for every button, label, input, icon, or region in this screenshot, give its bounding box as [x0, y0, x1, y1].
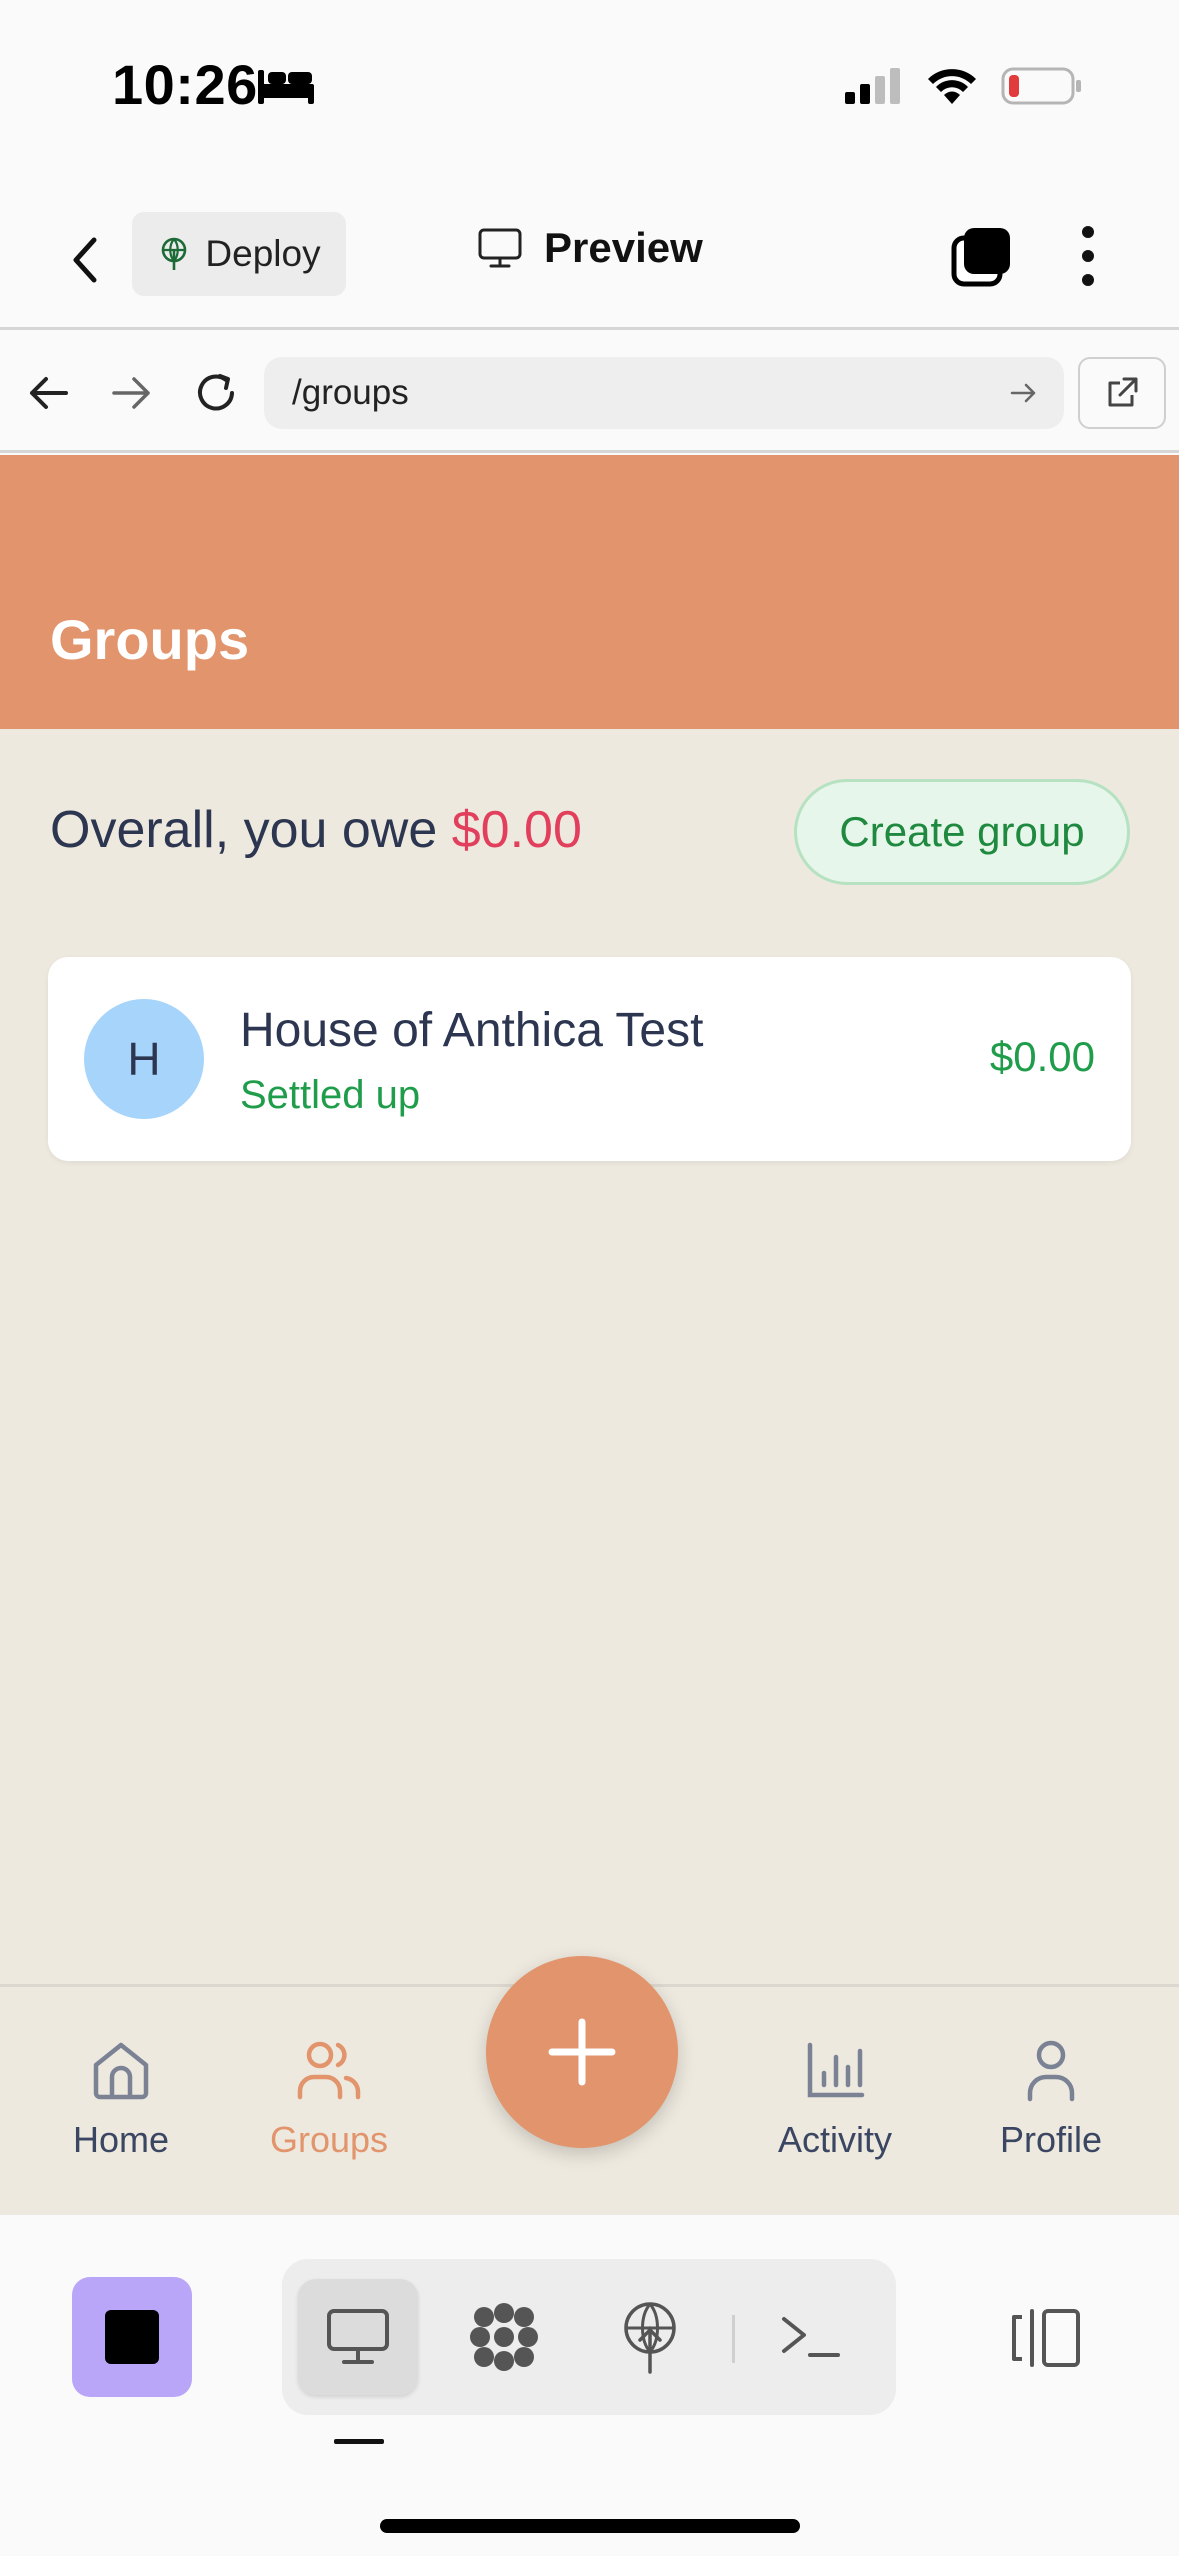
monitor-icon — [327, 2309, 389, 2364]
bar-chart-icon — [807, 2042, 865, 2098]
app-bar: Deploy Preview — [0, 190, 1179, 330]
group-list-item[interactable]: H House of Anthica Test Settled up $0.00 — [48, 957, 1131, 1161]
avatar: H — [84, 999, 204, 1119]
page-title: Groups — [50, 608, 250, 671]
group-name: House of Anthica Test — [240, 1004, 704, 1057]
wifi-icon — [928, 69, 976, 104]
add-expense-button[interactable] — [486, 1956, 678, 2148]
open-external-button[interactable] — [1078, 357, 1166, 429]
more-vertical-icon[interactable] — [1068, 222, 1108, 290]
balance-amount: $0.00 — [451, 801, 582, 859]
nav-home-label: Home — [72, 2119, 170, 2160]
nav-groups-label: Groups — [269, 2119, 389, 2160]
preview-label: Preview — [544, 224, 703, 271]
tool-group — [282, 2259, 896, 2415]
deploy-label: Deploy — [205, 233, 321, 274]
user-icon — [1027, 2040, 1075, 2102]
home-icon — [93, 2042, 149, 2100]
balance-summary-label: Overall, you owe — [50, 801, 452, 859]
bed-icon — [258, 70, 314, 104]
arrow-left-icon[interactable] — [22, 367, 74, 419]
preview-title[interactable]: Preview — [478, 224, 703, 272]
battery-icon — [1001, 67, 1081, 105]
group-balance: $0.00 — [989, 1033, 1095, 1080]
refresh-icon[interactable] — [190, 367, 242, 419]
deploy-icon — [162, 237, 187, 270]
side-panel-icon[interactable] — [1008, 2307, 1084, 2369]
status-time: 10:26 — [112, 53, 258, 116]
chevron-left-icon[interactable] — [60, 230, 112, 290]
page-header: Groups — [0, 455, 1179, 729]
users-icon — [297, 2041, 361, 2100]
signal-icon — [845, 68, 900, 104]
deploy-button[interactable]: Deploy — [132, 212, 346, 296]
app-content: Groups Overall, you owe $0.00 Create gro… — [0, 455, 1179, 2215]
workspace-icon — [470, 2303, 538, 2371]
tool-deploy[interactable] — [590, 2279, 710, 2395]
open-external-icon — [1108, 377, 1138, 407]
nav-home[interactable]: Home — [26, 2037, 216, 2161]
nav-profile[interactable]: Profile — [956, 2037, 1146, 2161]
nav-profile-label: Profile — [999, 2119, 1103, 2160]
url-text: /groups — [292, 373, 409, 412]
deploy-tool-icon — [624, 2302, 676, 2374]
arrow-right-icon[interactable] — [106, 367, 158, 419]
tabs-icon[interactable] — [950, 224, 1014, 288]
stop-button[interactable] — [72, 2277, 192, 2397]
tool-preview[interactable] — [298, 2279, 418, 2395]
url-input[interactable]: /groups — [264, 357, 1064, 429]
status-indicators — [843, 66, 1083, 106]
nav-activity-label: Activity — [777, 2119, 892, 2160]
tool-terminal[interactable] — [750, 2279, 870, 2395]
balance-summary: Overall, you owe $0.00 — [50, 800, 582, 860]
go-arrow-icon[interactable] — [1008, 377, 1040, 409]
plus-icon — [548, 2018, 616, 2086]
stop-icon — [105, 2310, 159, 2364]
nav-groups[interactable]: Groups — [234, 2037, 424, 2161]
monitor-icon — [478, 228, 522, 268]
group-status: Settled up — [240, 1073, 421, 1117]
ide-toolbar — [0, 2215, 1179, 2556]
home-indicator — [380, 2519, 800, 2533]
status-bar: 10:26 — [0, 0, 1179, 170]
terminal-icon — [782, 2317, 840, 2357]
create-group-button[interactable]: Create group — [794, 779, 1130, 885]
divider — [732, 2315, 735, 2363]
active-tool-indicator — [334, 2439, 384, 2444]
tool-workspace[interactable] — [444, 2279, 564, 2395]
browser-url-bar: /groups — [0, 333, 1179, 453]
nav-activity[interactable]: Activity — [740, 2037, 930, 2161]
